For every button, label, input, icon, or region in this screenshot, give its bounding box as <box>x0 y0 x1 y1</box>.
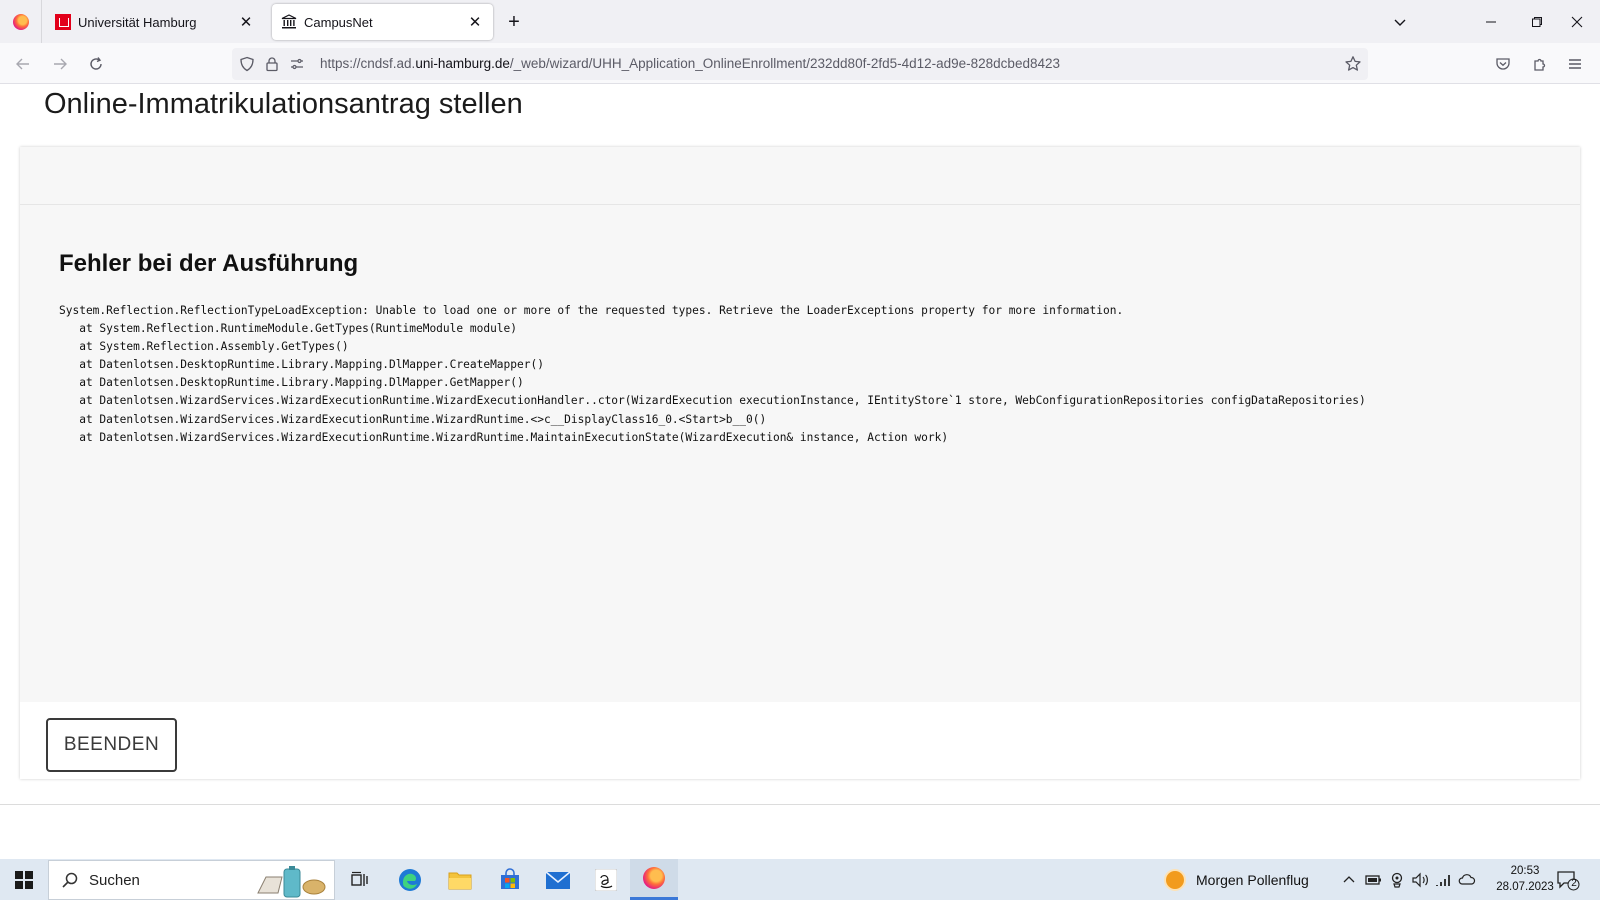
tab-campusnet[interactable]: CampusNet ✕ <box>272 4 493 40</box>
uhh-logo-icon <box>55 14 71 30</box>
restore-icon <box>1532 16 1542 27</box>
page-title: Online-Immatrikulationsantrag stellen <box>44 88 523 120</box>
permissions-icon[interactable] <box>288 55 306 73</box>
web-page: Online-Immatrikulationsantrag stellen Fe… <box>0 84 1600 859</box>
amazon-button[interactable] <box>582 859 630 900</box>
finish-button[interactable]: BEENDEN <box>46 718 177 772</box>
wizard-card-header <box>20 147 1580 205</box>
sun-icon <box>1166 870 1184 889</box>
error-line: at Datenlotsen.WizardServices.WizardExec… <box>59 412 767 426</box>
reload-button[interactable] <box>81 49 111 79</box>
back-button[interactable] <box>8 49 38 79</box>
notification-center-button[interactable]: 2 <box>1556 869 1580 891</box>
volume-tray-icon[interactable] <box>1411 871 1429 889</box>
chevron-down-icon <box>1394 19 1406 26</box>
error-line: at System.Reflection.Assembly.GetTypes() <box>59 340 349 354</box>
url-prefix: https://cndsf.ad. <box>320 56 416 71</box>
taskbar-clock[interactable]: 20:53 28.07.2023 <box>1488 863 1562 895</box>
tab-universitaet-hamburg[interactable]: Universität Hamburg ✕ <box>46 4 264 40</box>
tracking-shield-icon[interactable] <box>238 55 256 73</box>
minimize-button[interactable] <box>1468 0 1514 43</box>
edge-browser-button[interactable] <box>386 859 434 900</box>
windows-logo-icon <box>15 870 33 889</box>
clock-time: 20:53 <box>1510 865 1540 877</box>
error-stack-trace: System.Reflection.ReflectionTypeLoadExce… <box>59 302 1366 447</box>
tab-title: Universität Hamburg <box>78 14 197 30</box>
battery-tray-icon[interactable] <box>1364 871 1382 889</box>
start-button[interactable] <box>0 859 48 900</box>
edge-icon <box>399 868 421 891</box>
list-all-tabs-button[interactable] <box>1386 8 1414 36</box>
error-line: at Datenlotsen.DesktopRuntime.Library.Ma… <box>59 376 524 390</box>
wizard-card: Fehler bei der Ausführung System.Reflect… <box>20 147 1580 779</box>
url-path: /_web/wizard/UHH_Application_OnlineEnrol… <box>509 56 1060 71</box>
show-hidden-icons-button[interactable] <box>1340 871 1358 889</box>
file-explorer-button[interactable] <box>436 859 484 900</box>
extensions-button[interactable] <box>1529 53 1551 75</box>
firefox-icon <box>643 867 665 889</box>
search-label: Suchen <box>89 871 140 889</box>
url-text[interactable]: https://cndsf.ad.uni-hamburg.de/_web/wiz… <box>320 56 1060 71</box>
chevron-up-icon <box>1343 876 1355 883</box>
close-icon <box>1571 16 1583 27</box>
network-tray-icon[interactable] <box>1435 871 1453 889</box>
weather-text: Morgen Pollenflug <box>1196 871 1309 888</box>
mail-icon <box>545 870 571 889</box>
webcam-tray-icon[interactable] <box>1388 871 1406 889</box>
app-menu-button[interactable] <box>1564 53 1586 75</box>
bookmark-star-icon[interactable] <box>1344 55 1362 73</box>
arrow-right-icon <box>54 58 67 70</box>
close-tab-icon[interactable]: ✕ <box>234 10 258 34</box>
navigation-toolbar: https://cndsf.ad.uni-hamburg.de/_web/wiz… <box>0 43 1600 84</box>
taskbar-search-box[interactable]: Suchen <box>48 860 335 900</box>
new-tab-button[interactable]: + <box>500 8 528 36</box>
pocket-icon <box>1496 58 1510 70</box>
wizard-card-footer: BEENDEN <box>20 702 1580 779</box>
url-domain: uni-hamburg.de <box>415 56 510 71</box>
firefox-icon <box>12 13 29 30</box>
error-heading: Fehler bei der Ausführung <box>59 250 359 277</box>
weather-widget[interactable]: Morgen Pollenflug <box>1166 859 1309 900</box>
clock-date: 28.07.2023 <box>1496 881 1554 893</box>
error-line: System.Reflection.ReflectionTypeLoadExce… <box>59 304 1124 317</box>
microsoft-store-button[interactable] <box>486 859 534 900</box>
error-line: at System.Reflection.RuntimeModule.GetTy… <box>59 322 518 336</box>
task-view-button[interactable] <box>336 859 384 900</box>
puzzle-icon <box>1534 58 1546 71</box>
firefox-taskbar-button[interactable] <box>630 859 678 900</box>
arrow-left-icon <box>16 58 29 70</box>
store-bag-icon <box>501 867 519 889</box>
pocket-button[interactable] <box>1492 53 1514 75</box>
error-line: at Datenlotsen.WizardServices.WizardExec… <box>59 394 1366 408</box>
search-highlight-illustration-icon <box>256 865 326 899</box>
browser-tab-bar: Universität Hamburg ✕ CampusNet ✕ + <box>0 0 1600 43</box>
onedrive-sync-tray-icon[interactable] <box>1458 871 1476 889</box>
wizard-card-body: Fehler bei der Ausführung System.Reflect… <box>20 205 1580 702</box>
reload-icon <box>90 57 102 70</box>
folder-icon <box>448 872 472 889</box>
search-icon <box>62 872 78 888</box>
notification-count-badge: 2 <box>1571 878 1577 889</box>
mail-button[interactable] <box>534 859 582 900</box>
close-window-button[interactable] <box>1554 0 1600 43</box>
error-line: at Datenlotsen.WizardServices.WizardExec… <box>59 430 949 444</box>
error-line: at Datenlotsen.DesktopRuntime.Library.Ma… <box>59 358 544 372</box>
bank-icon <box>281 14 297 30</box>
hamburger-menu-icon <box>1569 59 1581 69</box>
windows-taskbar: Suchen Morgen Pollenflug 20:53 28.07.202… <box>0 859 1600 900</box>
close-tab-icon[interactable]: ✕ <box>463 10 487 34</box>
lock-icon[interactable] <box>263 55 281 73</box>
minimize-icon <box>1486 21 1496 22</box>
tab-title: CampusNet <box>304 14 373 30</box>
task-view-icon <box>351 871 368 886</box>
address-bar[interactable]: https://cndsf.ad.uni-hamburg.de/_web/wiz… <box>232 48 1368 80</box>
forward-button[interactable] <box>45 49 75 79</box>
firefox-view-button[interactable] <box>0 0 42 43</box>
amazon-icon <box>595 868 617 891</box>
page-divider <box>0 804 1600 805</box>
